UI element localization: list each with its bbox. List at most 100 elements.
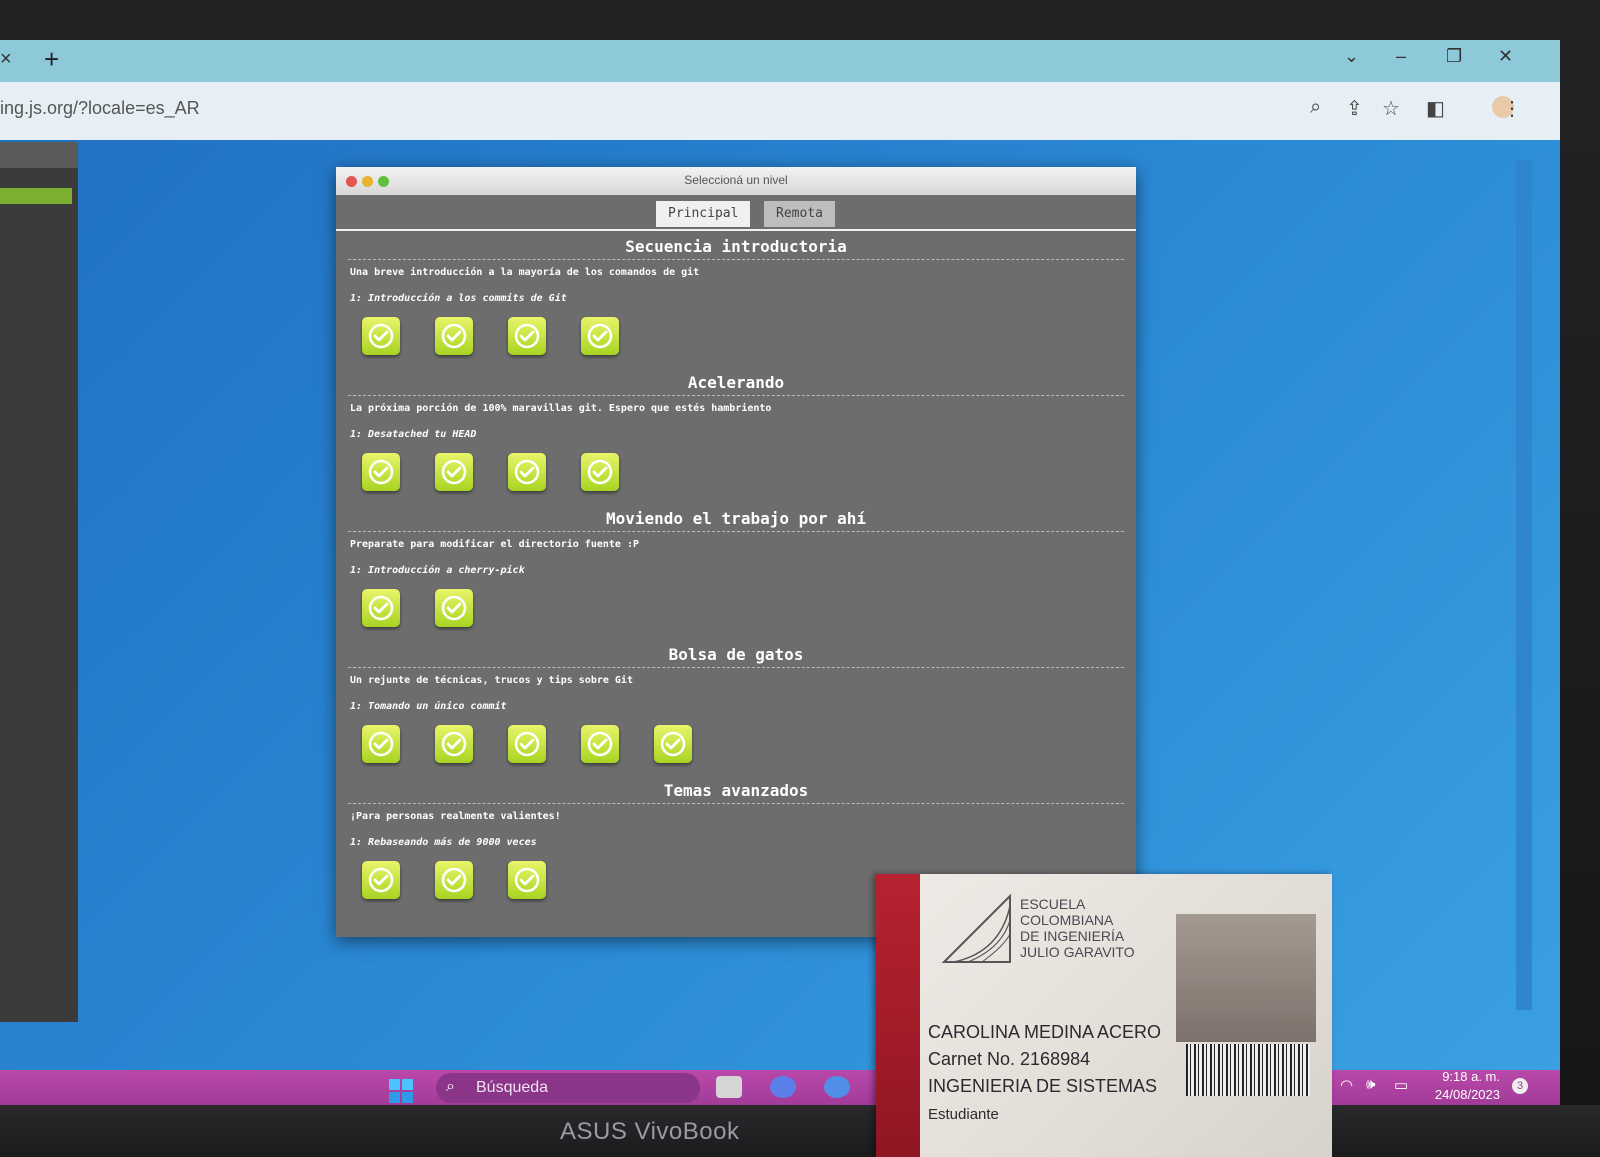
browser-tab-strip: × + ⌄ – ❐ ✕ <box>0 40 1560 82</box>
volume-icon[interactable]: 🕪 <box>1366 1076 1375 1093</box>
laptop-brand-label: ASUS VivoBook <box>560 1118 740 1145</box>
section-title: Moviendo el trabajo por ahí <box>605 509 867 528</box>
checkmark-icon <box>441 731 467 757</box>
school-logo-icon <box>941 893 1011 963</box>
task-view-icon[interactable] <box>716 1076 742 1098</box>
section-description: Preparate para modificar el directorio f… <box>350 539 639 550</box>
level-tile-completed[interactable] <box>508 317 546 355</box>
side-panel-icon[interactable]: ◧ <box>1426 96 1445 121</box>
level-tile-completed[interactable] <box>362 725 400 763</box>
tab-remota[interactable]: Remota <box>764 201 835 227</box>
dialog-tabs: Principal Remota <box>336 195 1136 231</box>
section-divider <box>348 395 1124 396</box>
section-level-label: 1: Desatached tu HEAD <box>350 429 477 440</box>
level-tile-completed[interactable] <box>508 725 546 763</box>
close-window-icon[interactable]: ✕ <box>1498 46 1513 67</box>
checkmark-icon <box>368 323 394 349</box>
section-description: ¡Para personas realmente valientes! <box>350 811 561 822</box>
notification-badge[interactable]: 3 <box>1512 1078 1528 1094</box>
left-panel <box>0 142 78 1022</box>
checkmark-icon <box>368 459 394 485</box>
chat-app-icon[interactable] <box>824 1076 850 1098</box>
section-title: Secuencia introductoria <box>625 237 847 256</box>
school-line: DE INGENIERÍA <box>1020 928 1125 944</box>
section-title: Temas avanzados <box>663 781 809 800</box>
battery-icon[interactable]: ▭ <box>1394 1076 1408 1094</box>
level-tile-completed[interactable] <box>435 317 473 355</box>
role-label: Estudiante <box>928 1106 999 1123</box>
checkmark-icon <box>587 459 613 485</box>
section-level-label: 1: Rebaseando más de 9000 veces <box>350 837 537 848</box>
student-name: CAROLINA MEDINA ACERO <box>928 1022 1162 1042</box>
level-tile-completed[interactable] <box>581 453 619 491</box>
dialog-titlebar: Seleccioná un nivel <box>336 167 1136 195</box>
search-icon: ⌕ <box>446 1078 455 1095</box>
share-icon[interactable]: ⇪ <box>1346 96 1363 121</box>
video-call-icon[interactable] <box>770 1076 796 1098</box>
tab-principal[interactable]: Principal <box>656 201 751 227</box>
chevron-down-icon[interactable]: ⌄ <box>1344 46 1359 67</box>
section-divider <box>348 803 1124 804</box>
level-tile-completed[interactable] <box>435 725 473 763</box>
windows-start-icon[interactable] <box>388 1078 414 1104</box>
checkmark-icon <box>587 323 613 349</box>
menu-icon[interactable]: ⋮ <box>1502 96 1522 121</box>
taskbar-clock[interactable]: 9:18 a. m. 24/08/2023 <box>1418 1068 1500 1104</box>
school-line: COLOMBIANA <box>1020 912 1114 928</box>
minimize-icon[interactable]: – <box>1396 46 1406 67</box>
checkmark-icon <box>368 731 394 757</box>
level-tile-completed[interactable] <box>508 861 546 899</box>
search-placeholder: Búsqueda <box>476 1079 549 1096</box>
level-tile-completed[interactable] <box>654 725 692 763</box>
level-tile-completed[interactable] <box>362 589 400 627</box>
checkmark-icon <box>441 459 467 485</box>
restore-icon[interactable]: ❐ <box>1446 46 1462 67</box>
bookmark-star-icon[interactable]: ☆ <box>1382 96 1400 121</box>
level-tile-completed[interactable] <box>362 453 400 491</box>
address-bar: ing.js.org/?locale=es_AR ⌕ ⇪ ☆ ◧ ⋮ <box>0 82 1560 140</box>
level-tile-completed[interactable] <box>435 861 473 899</box>
school-line: JULIO GARAVITO <box>1020 944 1135 960</box>
tab-close-button[interactable]: × <box>0 48 12 71</box>
wifi-icon[interactable]: ◠ <box>1340 1076 1353 1094</box>
carnet-number: Carnet No. 2168984 <box>928 1049 1091 1069</box>
level-tile-completed[interactable] <box>508 453 546 491</box>
clock-date: 24/08/2023 <box>1434 1087 1500 1102</box>
checkmark-icon <box>514 867 540 893</box>
checkmark-icon <box>368 595 394 621</box>
checkmark-icon <box>441 867 467 893</box>
section-divider <box>348 667 1124 668</box>
new-tab-button[interactable]: + <box>44 44 59 75</box>
zoom-icon[interactable]: ⌕ <box>1310 96 1321 119</box>
school-line: ESCUELA <box>1020 896 1086 912</box>
clock-time: 9:18 a. m. <box>1442 1069 1500 1084</box>
checkmark-icon <box>441 323 467 349</box>
left-panel-indicator <box>0 188 72 204</box>
section-title: Acelerando <box>687 373 785 392</box>
level-tile-completed[interactable] <box>362 861 400 899</box>
level-tile-completed[interactable] <box>435 453 473 491</box>
dialog-title: Seleccioná un nivel <box>684 173 788 187</box>
laptop-bottom-bezel <box>0 1105 1600 1157</box>
student-photo <box>1176 914 1316 1042</box>
level-tile-completed[interactable] <box>435 589 473 627</box>
checkmark-icon <box>514 323 540 349</box>
section-title: Bolsa de gatos <box>668 645 804 664</box>
page-scrollbar[interactable] <box>1516 160 1532 1010</box>
taskbar-search[interactable]: ⌕ Búsqueda <box>436 1073 700 1103</box>
left-panel-header <box>0 142 78 168</box>
checkmark-icon <box>441 595 467 621</box>
section-description: Una breve introducción a la mayoría de l… <box>350 267 700 278</box>
checkmark-icon <box>514 731 540 757</box>
section-level-label: 1: Introducción a los commits de Git <box>350 293 567 304</box>
section-divider <box>348 531 1124 532</box>
checkmark-icon <box>587 731 613 757</box>
school-name: ESCUELA COLOMBIANA DE INGENIERÍA JULIO G… <box>1020 896 1135 960</box>
url-field[interactable]: ing.js.org/?locale=es_AR <box>0 98 200 119</box>
level-tile-completed[interactable] <box>362 317 400 355</box>
level-tile-completed[interactable] <box>581 317 619 355</box>
level-tile-completed[interactable] <box>581 725 619 763</box>
section-description: Un rejunte de técnicas, trucos y tips so… <box>350 675 633 686</box>
level-select-dialog: Seleccioná un nivel Principal Remota Sec… <box>336 167 1136 937</box>
section-level-label: 1: Introducción a cherry-pick <box>350 565 525 576</box>
